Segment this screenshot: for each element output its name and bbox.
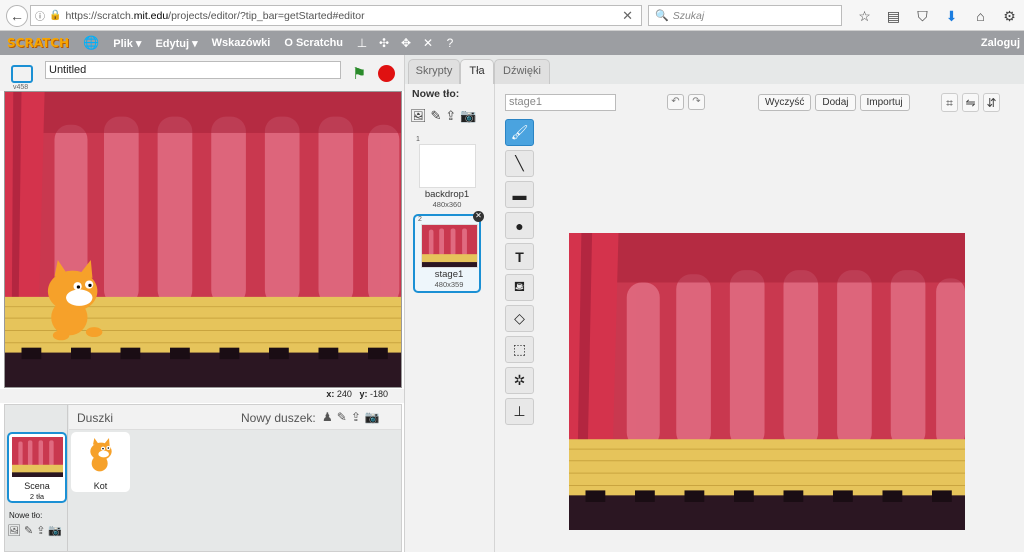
project-title-input[interactable]: Untitled xyxy=(45,61,341,79)
stage-name: Scena xyxy=(24,481,50,491)
info-icon[interactable]: ⓘ xyxy=(35,8,45,23)
stamp-icon[interactable]: ⊥ xyxy=(505,398,534,425)
backdrop-item[interactable]: 1 backdrop1 480x360 xyxy=(413,136,481,212)
paint-toolbar: 🖌 ╲ ▬ ● T ⛾ ◇ ⬚ ✲ ⊥ xyxy=(505,119,535,429)
globe-icon[interactable]: 🌐 xyxy=(83,35,99,51)
fullscreen-icon[interactable] xyxy=(11,65,33,83)
stage-column: Scena 2 tła Nowe tło: 🖼 ✎ ⇪ 📷 xyxy=(5,405,68,551)
home-icon[interactable]: ⌂ xyxy=(966,6,995,26)
delete-close-icon[interactable]: ✕ xyxy=(473,211,484,222)
upload-sprite-icon[interactable]: ⇪ xyxy=(351,410,361,424)
extension-icon[interactable]: ⚙ xyxy=(995,6,1024,26)
address-bar[interactable]: ⓘ 🔒 https://scratch.mit.edu/projects/edi… xyxy=(30,5,642,26)
backdrop-name: backdrop1 xyxy=(424,189,470,200)
crop-icon[interactable]: ⌗ xyxy=(941,93,958,112)
close-icon[interactable]: ✕ xyxy=(622,8,633,24)
bookmark-star-icon[interactable]: ☆ xyxy=(850,6,879,26)
search-input[interactable]: 🔍 Szukaj xyxy=(648,5,842,26)
backdrop-item-selected[interactable]: 2 stage1 480x359 ✕ xyxy=(413,211,484,293)
stage-thumbnail[interactable]: Scena 2 tła xyxy=(7,432,67,503)
search-icon: 🔍 xyxy=(655,10,669,22)
cut-scissors-icon[interactable]: ✣ xyxy=(376,34,392,52)
stop-icon[interactable] xyxy=(378,65,395,82)
add-button[interactable]: Dodaj xyxy=(815,94,856,111)
backdrop-count: 2 tła xyxy=(29,492,45,501)
backdrop-size: 480x360 xyxy=(432,200,462,209)
backdrop-library-icon[interactable]: 🖼 xyxy=(7,524,21,537)
upload-icon[interactable]: ⇪ xyxy=(36,524,45,537)
lock-icon: 🔒 xyxy=(49,10,62,21)
backdrop-thumbnail xyxy=(419,144,476,188)
rectangle-icon[interactable]: ▬ xyxy=(505,181,534,208)
sprite-tile[interactable]: Kot xyxy=(71,432,130,492)
camera-icon[interactable]: 📷 xyxy=(460,108,476,124)
scratch-logo[interactable]: SCRATCH xyxy=(7,36,69,50)
ellipse-icon[interactable]: ● xyxy=(505,212,534,239)
select-icon[interactable]: ⬚ xyxy=(505,336,534,363)
pocket-icon[interactable]: ⛉ xyxy=(908,6,937,26)
mouse-coordinates: x: 240 y: -180 xyxy=(0,389,404,403)
help-icon[interactable]: ? xyxy=(442,34,458,52)
line-icon[interactable]: ╲ xyxy=(505,150,534,177)
menu-tips[interactable]: Wskazówki xyxy=(212,37,271,49)
paint-editor: stage1 ↶ ↷ Wyczyść Dodaj Importuj ⌗ ⇋ ⇵ … xyxy=(495,84,1024,552)
login-link[interactable]: Zaloguj xyxy=(981,37,1020,49)
tab-sounds[interactable]: Dźwięki xyxy=(494,59,550,84)
editor-tabs-area: Skrypty Tła Dźwięki Nowe tło: 🖼 ✎ ⇪ 📷 1 … xyxy=(404,55,1024,552)
brush-icon[interactable]: 🖌 xyxy=(505,119,534,146)
eraser-icon[interactable]: ◇ xyxy=(505,305,534,332)
sprite-name: Kot xyxy=(93,481,108,491)
text-icon[interactable]: T xyxy=(505,243,534,270)
fill-bucket-icon[interactable]: ⛾ xyxy=(505,274,534,301)
tab-backdrops[interactable]: Tła xyxy=(460,59,494,86)
menu-about[interactable]: O Scratchu xyxy=(284,37,343,49)
costume-name-input[interactable]: stage1 xyxy=(505,94,616,111)
cat-thumbnail-icon xyxy=(90,438,112,472)
flip-horizontal-icon[interactable]: ⇋ xyxy=(962,93,979,112)
sprites-title: Duszki xyxy=(77,411,114,425)
backdrop-size: 480x359 xyxy=(434,280,464,289)
url-text[interactable]: https://scratch.mit.edu/projects/editor/… xyxy=(65,10,364,22)
green-flag-icon[interactable]: ⚑ xyxy=(352,64,366,84)
browser-toolbar: ← ⓘ 🔒 https://scratch.mit.edu/projects/e… xyxy=(0,0,1024,31)
tab-scripts[interactable]: Skrypty xyxy=(408,59,460,84)
backdrop-name: stage1 xyxy=(434,269,464,280)
camera-sprite-icon[interactable]: 📷 xyxy=(365,410,380,424)
duplicate-stamp-icon[interactable]: ⊥ xyxy=(354,34,370,52)
back-arrow-icon[interactable]: ← xyxy=(6,5,28,27)
sprite-panel: Scena 2 tła Nowe tło: 🖼 ✎ ⇪ 📷 Duszki Now… xyxy=(4,404,402,552)
flip-vertical-icon[interactable]: ⇵ xyxy=(983,93,1000,112)
sprite-library-icon[interactable]: ♟ xyxy=(322,410,333,424)
download-icon[interactable]: ⬇ xyxy=(937,6,966,26)
stage-header: v458 Untitled ⚑ xyxy=(0,55,404,91)
reading-list-icon[interactable]: ▤ xyxy=(879,6,908,26)
new-sprite-label: Nowy duszek: xyxy=(241,411,316,425)
upload-icon[interactable]: ⇪ xyxy=(445,108,456,124)
paint-brush-icon[interactable]: ✎ xyxy=(431,108,442,124)
new-backdrop-title: Nowe tło: xyxy=(412,88,460,100)
new-backdrop-label: Nowe tło: xyxy=(9,511,43,520)
undo-icon[interactable]: ↶ xyxy=(667,94,684,110)
redo-icon[interactable]: ↷ xyxy=(688,94,705,110)
backdrop-library-icon[interactable]: 🖼 xyxy=(410,108,427,124)
camera-icon[interactable]: 📷 xyxy=(48,524,62,537)
paint-sprite-icon[interactable]: ✎ xyxy=(337,410,347,424)
scratch-menubar: SCRATCH 🌐 Plik ▾ Edytuj ▾ Wskazówki O Sc… xyxy=(0,31,1024,55)
backdrop-list: Nowe tło: 🖼 ✎ ⇪ 📷 1 backdrop1 480x360 2 xyxy=(405,84,495,552)
magic-wand-icon[interactable]: ✲ xyxy=(505,367,534,394)
stage-thumbnail-image xyxy=(12,437,63,477)
import-button[interactable]: Importuj xyxy=(859,94,910,111)
grow-icon[interactable]: ✥ xyxy=(398,34,414,52)
clear-button[interactable]: Wyczyść xyxy=(758,94,812,111)
backdrop-thumbnail xyxy=(421,224,478,268)
menu-file[interactable]: Plik ▾ xyxy=(113,37,141,50)
version-label: v458 xyxy=(13,84,29,91)
paint-brush-icon[interactable]: ✎ xyxy=(24,524,33,537)
paint-canvas[interactable] xyxy=(569,233,965,530)
stage-canvas[interactable] xyxy=(4,91,402,388)
shrink-icon[interactable]: ✕ xyxy=(420,34,436,52)
menu-edit[interactable]: Edytuj ▾ xyxy=(155,37,197,50)
sprites-header: Duszki Nowy duszek: ♟ ✎ ⇪ 📷 xyxy=(69,405,401,430)
